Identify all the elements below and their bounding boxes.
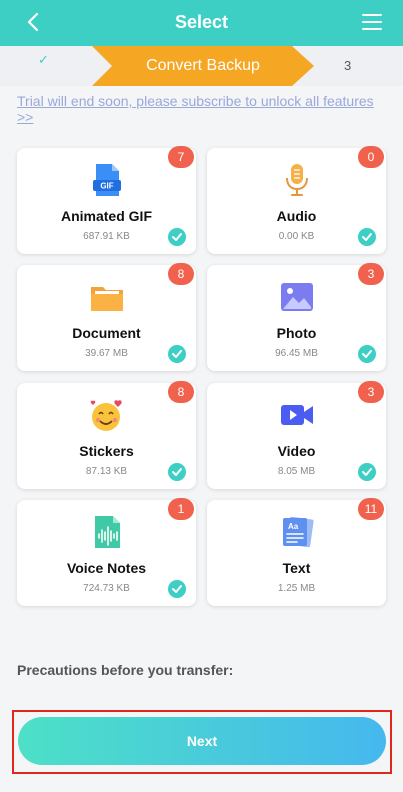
category-label: Audio (276, 208, 317, 224)
check-icon (362, 350, 372, 358)
category-card-audio[interactable]: 0 Audio 0.00 KB (207, 146, 386, 254)
count-badge: 1 (168, 498, 194, 520)
checkbox-checked[interactable] (358, 463, 376, 481)
checkbox-checked[interactable] (358, 345, 376, 363)
emoji-sticker-icon (90, 400, 122, 431)
checkbox-checked[interactable] (168, 580, 186, 598)
check-icon (172, 468, 182, 476)
hamburger-menu-icon (362, 14, 382, 30)
microphone-icon (285, 164, 308, 196)
count-badge: 8 (168, 381, 194, 403)
check-icon (172, 233, 182, 241)
svg-text:Aa: Aa (288, 522, 299, 531)
video-camera-icon (280, 405, 313, 425)
header-bar: Select (0, 0, 403, 46)
category-label: Video (277, 443, 316, 459)
category-label: Photo (276, 325, 317, 341)
category-card-video[interactable]: 3 Video 8.05 MB (207, 381, 386, 489)
count-badge: 0 (358, 146, 384, 168)
page-title: Select (174, 12, 229, 32)
next-button-highlight: Next (12, 710, 392, 774)
check-icon (172, 585, 182, 593)
category-card-voice-notes[interactable]: 1 Voice Notes 724.73 KB (17, 498, 196, 606)
step-active-label: Convert Backup (146, 57, 260, 74)
count-badge: 3 (358, 381, 384, 403)
folder-icon (90, 287, 123, 311)
count-badge: 8 (168, 263, 194, 285)
precautions-heading: Precautions before you transfer: (17, 662, 234, 678)
category-card-animated-gif[interactable]: 7 GIF Animated GIF 687.91 KB (17, 146, 196, 254)
category-label: Text (282, 560, 311, 576)
count-badge: 3 (358, 263, 384, 285)
trial-subscribe-link[interactable]: Trial will end soon, please subscribe to… (17, 93, 387, 125)
progress-steps: ✓ Convert Backup 3 (0, 46, 403, 86)
check-icon (362, 233, 372, 241)
category-card-stickers[interactable]: 8 Stickers 87.13 KB (17, 381, 196, 489)
text-document-icon: Aa (282, 516, 314, 548)
step-done-check: ✓ (38, 52, 49, 67)
category-card-text[interactable]: 11 Aa Text 1.25 MB (207, 498, 386, 606)
photo-icon (280, 283, 313, 311)
category-card-photo[interactable]: 3 Photo 96.45 MB (207, 263, 386, 371)
check-icon (362, 468, 372, 476)
checkbox-checked[interactable] (358, 228, 376, 246)
voice-note-file-icon (94, 516, 120, 548)
step-next-number: 3 (344, 58, 352, 73)
category-size: 1.25 MB (277, 583, 316, 594)
category-label: Stickers (79, 443, 134, 459)
gif-file-icon: GIF (92, 164, 121, 196)
category-label: Animated GIF (60, 208, 152, 224)
count-badge: 11 (358, 498, 384, 520)
category-label: Document (72, 325, 141, 341)
category-card-document[interactable]: 8 Document 39.67 MB (17, 263, 196, 371)
checkbox-checked[interactable] (168, 228, 186, 246)
menu-button[interactable] (361, 11, 383, 33)
svg-text:GIF: GIF (100, 182, 113, 191)
checkbox-checked[interactable] (168, 463, 186, 481)
count-badge: 7 (168, 146, 194, 168)
check-icon (172, 350, 182, 358)
checkbox-checked[interactable] (168, 345, 186, 363)
next-button[interactable]: Next (18, 717, 386, 765)
step-active: Convert Backup (92, 46, 314, 86)
category-label: Voice Notes (66, 560, 147, 576)
